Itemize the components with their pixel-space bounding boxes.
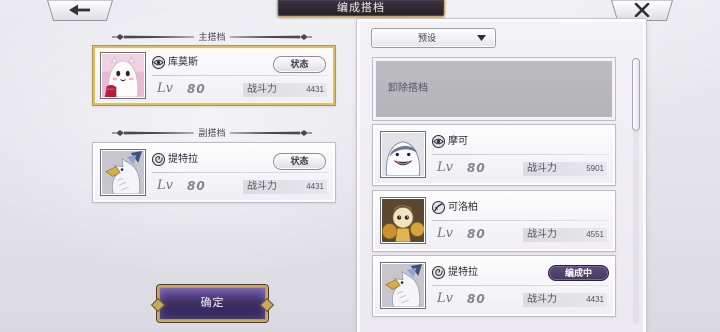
page-title: 编成搭档	[337, 2, 385, 14]
partner-card[interactable]: 提特拉 编成中 Lv 80 战斗力 4431	[373, 256, 615, 316]
kolobo-portrait-art	[382, 199, 424, 242]
combat-power-value: 4431	[306, 85, 324, 94]
slash-element-icon-glyph	[432, 201, 445, 214]
title-bar: 编成搭档	[277, 0, 445, 17]
combat-power-label: 战斗力	[527, 163, 557, 174]
titra-portrait	[380, 262, 426, 309]
eye-element-icon	[152, 56, 165, 69]
name-divider	[152, 172, 328, 173]
arrow-left-icon-glyph	[69, 4, 90, 16]
combat-power-bar: 战斗力 4551	[523, 228, 607, 242]
eye-element-icon	[432, 135, 445, 148]
level-label: Lv	[437, 291, 453, 306]
close-button[interactable]	[611, 0, 673, 21]
combat-power-bar: 战斗力 4431	[243, 83, 327, 97]
partner-name: 提特拉	[448, 267, 478, 278]
close-icon-glyph	[634, 3, 650, 17]
unequip-partner-button[interactable]: 卸除搭档	[373, 58, 615, 120]
sub-partner-section-header: 副搭档	[112, 127, 312, 139]
partner-name: 提特拉	[168, 154, 198, 165]
unequip-partner-label: 卸除搭档	[388, 83, 428, 94]
back-button[interactable]	[47, 0, 113, 21]
titra-portrait-art	[102, 151, 144, 194]
caret-down-icon-glyph	[477, 35, 486, 41]
level-label: Lv	[157, 178, 173, 193]
partner-card[interactable]: 可洛柏 Lv 80 战斗力 4551	[373, 191, 615, 251]
level-value: 80	[187, 82, 206, 96]
combat-power-value: 4431	[306, 182, 324, 191]
level-value: 80	[467, 292, 486, 306]
partner-card[interactable]: 摩可 Lv 80 战斗力 5901	[373, 125, 615, 185]
combat-power-value: 5901	[586, 164, 604, 173]
combat-power-label: 战斗力	[527, 294, 557, 305]
kolobo-portrait	[380, 197, 426, 244]
spiral-element-icon	[152, 153, 165, 166]
partner-name: 库莫斯	[168, 57, 198, 68]
name-divider	[432, 154, 608, 155]
sub-partner-label: 副搭档	[198, 128, 226, 138]
spiral-element-icon-glyph	[432, 266, 445, 279]
main-partner-label: 主搭档	[198, 32, 226, 42]
preset-dropdown[interactable]: 预设	[371, 28, 496, 48]
arrow-left-icon	[68, 4, 92, 16]
combat-power-value: 4431	[586, 295, 604, 304]
titra-portrait-art	[382, 264, 424, 307]
close-icon	[634, 3, 650, 17]
moka-portrait-art	[382, 133, 424, 176]
scrollbar-thumb[interactable]	[632, 58, 640, 131]
spiral-element-icon	[432, 266, 445, 279]
name-divider	[432, 220, 608, 221]
in-formation-badge: 编成中	[548, 265, 609, 281]
combat-power-bar: 战斗力 5901	[523, 162, 607, 176]
name-divider	[152, 75, 328, 76]
level-value: 80	[187, 179, 206, 193]
moka-portrait	[380, 131, 426, 178]
preset-dropdown-label: 预设	[417, 33, 436, 43]
eye-element-icon-glyph	[432, 135, 445, 148]
status-button[interactable]: 状态	[273, 153, 326, 170]
status-button[interactable]: 状态	[273, 56, 326, 73]
level-value: 80	[467, 227, 486, 241]
main-partner-section-header: 主搭档	[112, 31, 312, 43]
combat-power-value: 4551	[586, 230, 604, 239]
sub-partner-card[interactable]: 提特拉 状态 Lv 80 战斗力 4431	[93, 143, 335, 202]
combat-power-bar: 战斗力 4431	[523, 293, 607, 307]
combat-power-label: 战斗力	[247, 84, 277, 95]
main-partner-card[interactable]: 库莫斯 状态 Lv 80 战斗力 4431	[93, 46, 335, 105]
level-label: Lv	[437, 160, 453, 175]
titra-portrait	[100, 149, 146, 196]
slash-element-icon	[432, 201, 445, 214]
confirm-button-label: 确定	[200, 297, 225, 309]
partner-name: 摩可	[448, 136, 468, 147]
level-label: Lv	[437, 226, 453, 241]
caret-down-icon	[477, 35, 486, 41]
level-value: 80	[467, 161, 486, 175]
kumos-portrait-art	[102, 54, 144, 97]
confirm-button[interactable]: 确定	[157, 285, 268, 322]
kumos-portrait	[100, 52, 146, 99]
combat-power-label: 战斗力	[247, 181, 277, 192]
combat-power-label: 战斗力	[527, 229, 557, 240]
level-label: Lv	[157, 81, 173, 96]
spiral-element-icon-glyph	[152, 153, 165, 166]
name-divider	[432, 285, 608, 286]
eye-element-icon-glyph	[152, 56, 165, 69]
partner-name: 可洛柏	[448, 202, 478, 213]
combat-power-bar: 战斗力 4431	[243, 180, 327, 194]
